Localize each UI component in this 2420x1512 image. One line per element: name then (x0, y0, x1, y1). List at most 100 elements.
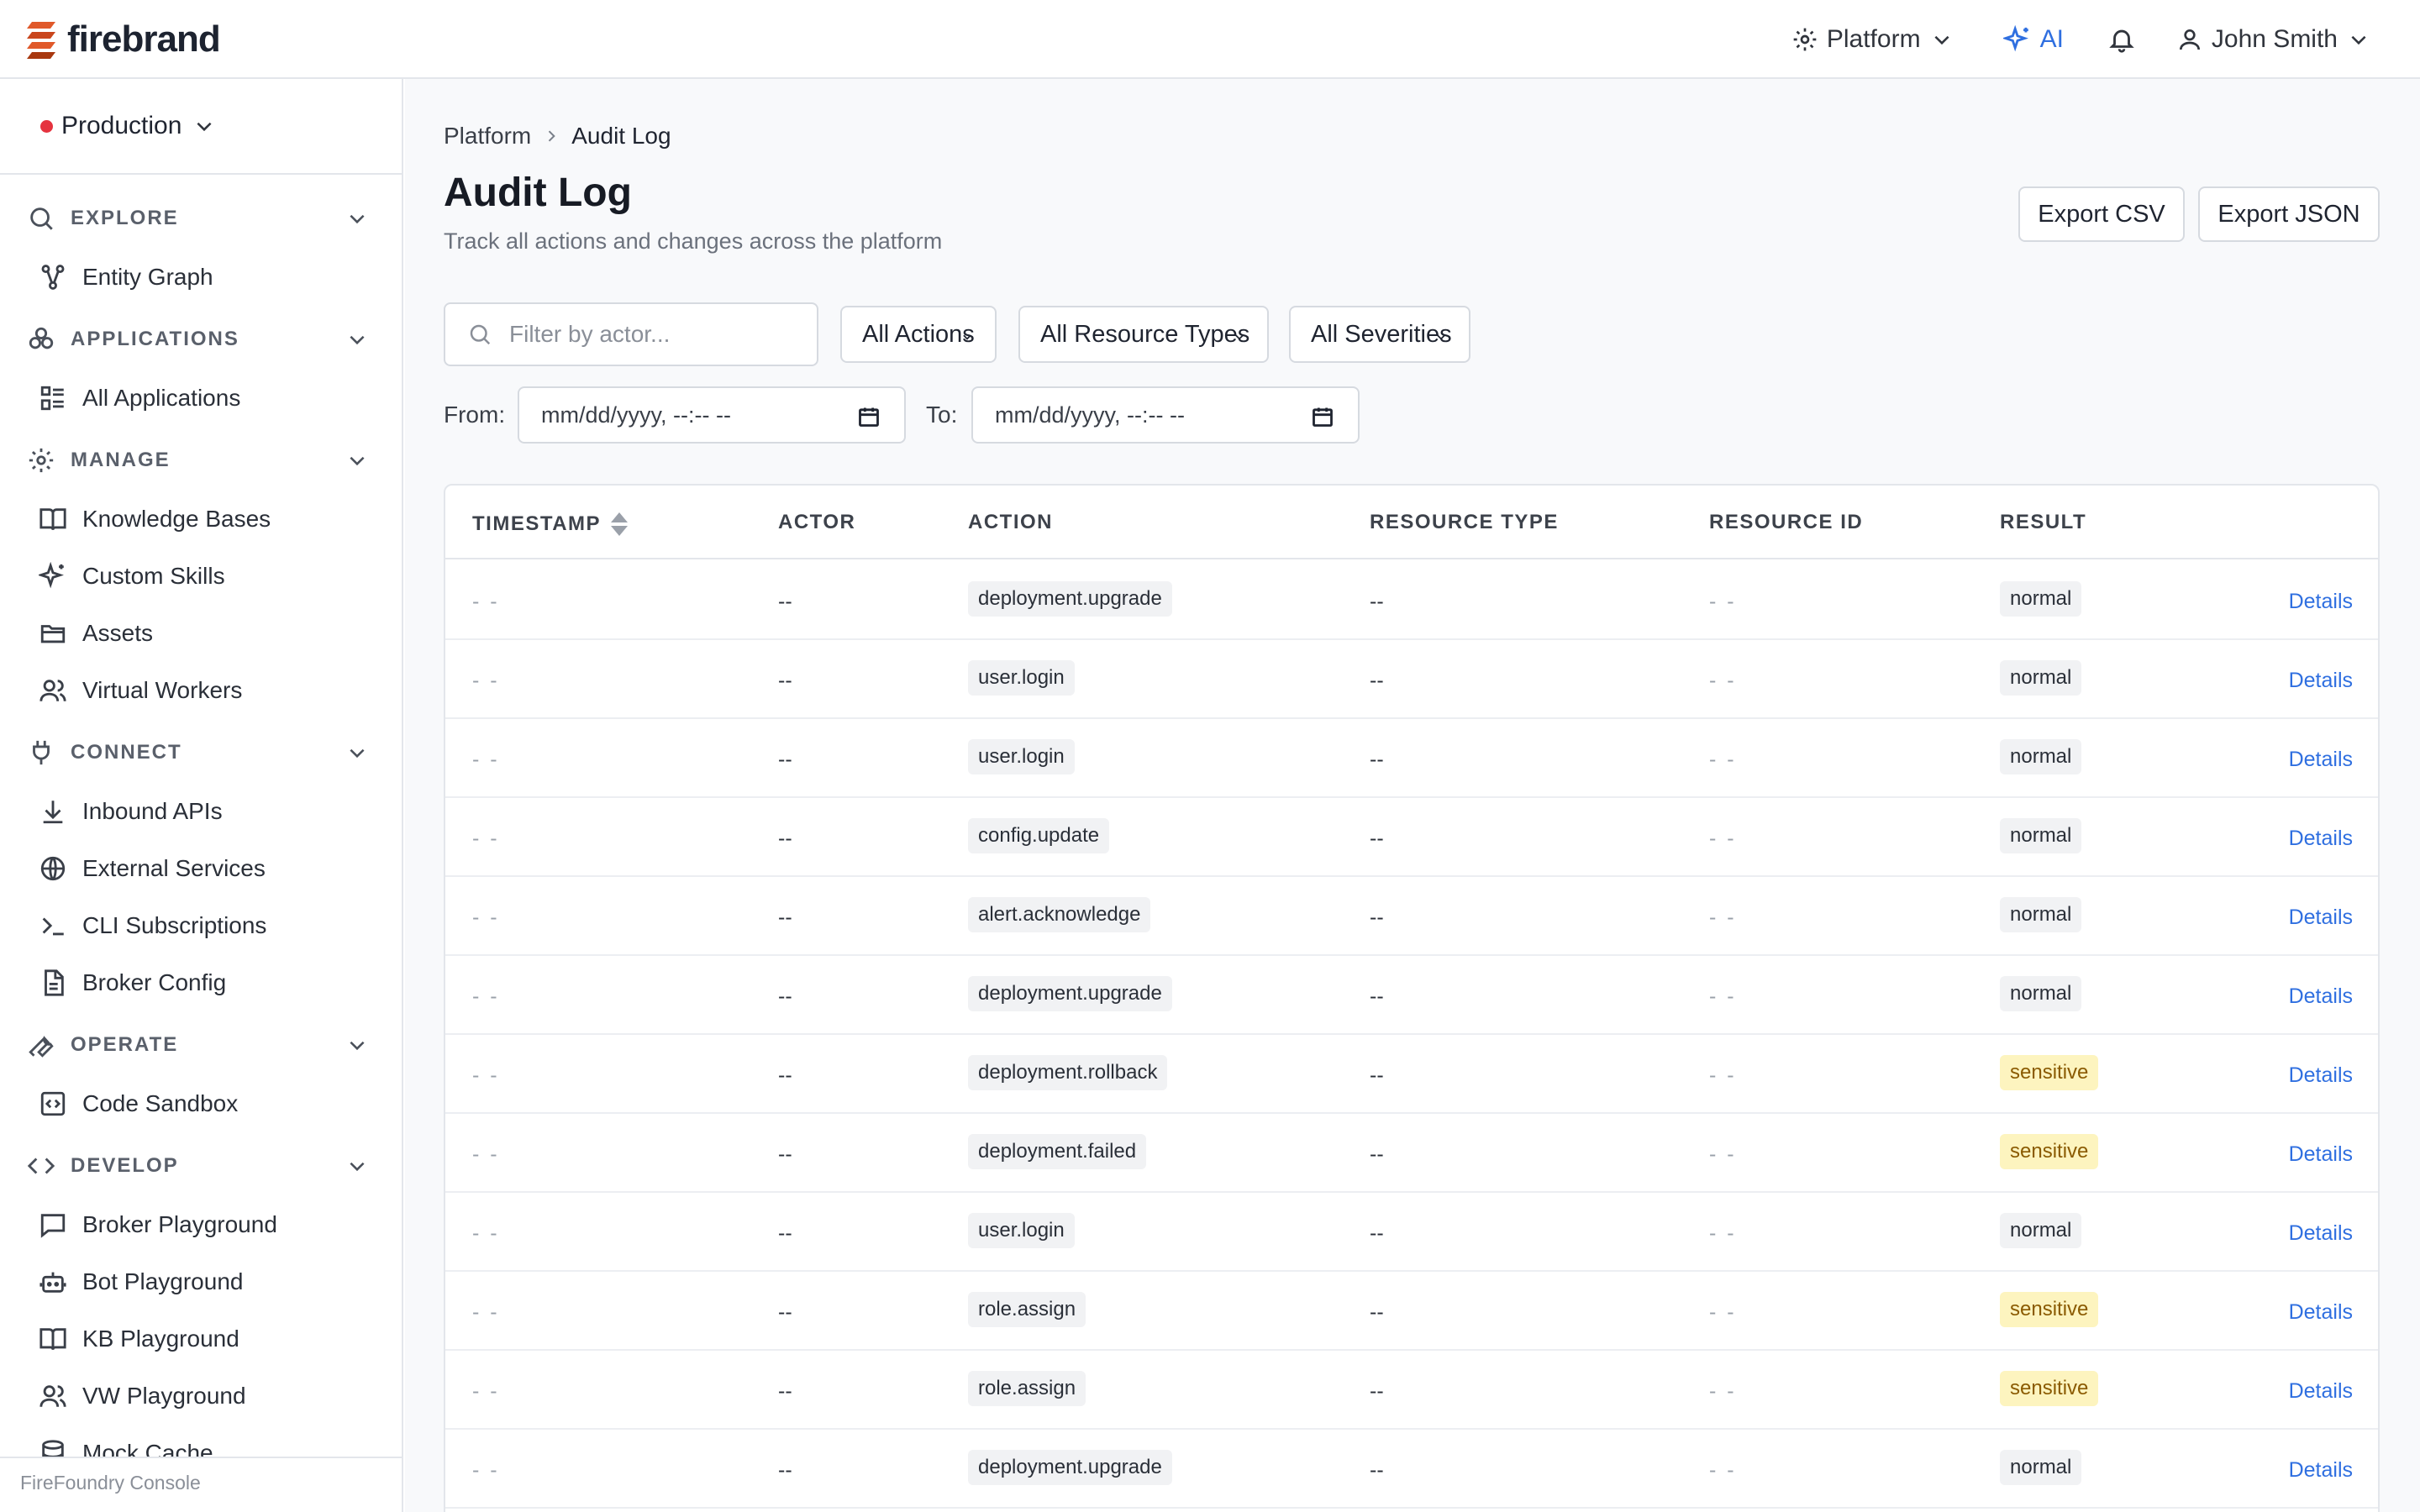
ai-button[interactable]: AI (2002, 25, 2074, 54)
actor-filter[interactable] (444, 302, 818, 366)
severity-filter-select[interactable]: All Severities (1289, 306, 1470, 363)
details-link[interactable]: Details (2289, 827, 2353, 851)
result-badge: normal (2000, 660, 2082, 696)
calendar-icon[interactable] (857, 405, 881, 428)
section-develop[interactable]: DEVELOP (0, 1141, 402, 1191)
action-tag: deployment.upgrade (968, 1450, 1172, 1485)
sidebar-item-custom-skills[interactable]: Custom Skills (0, 551, 402, 601)
action-tag: deployment.failed (968, 1134, 1147, 1169)
actor-filter-input[interactable] (509, 321, 812, 348)
sidebar-item-inbound-apis[interactable]: Inbound APIs (0, 786, 402, 837)
chevron-down-icon (346, 207, 368, 229)
resource-id-cell: - - (1709, 1300, 1737, 1324)
breadcrumb-current: Audit Log (571, 123, 671, 149)
logo[interactable]: firebrand (25, 18, 221, 60)
sidebar-item-label: Broker Playground (82, 1211, 277, 1237)
details-link[interactable]: Details (2289, 590, 2353, 614)
action-filter-select[interactable]: All Actions (840, 306, 997, 363)
resource-type-cell: -- (1370, 669, 1384, 692)
chevron-right-icon (543, 128, 560, 144)
sidebar-item-label: Custom Skills (82, 563, 225, 589)
date-placeholder: mm/dd/yyyy, --:-- -- (541, 402, 731, 428)
select-value: All Actions (862, 320, 975, 348)
details-link[interactable]: Details (2289, 748, 2353, 772)
details-link[interactable]: Details (2289, 1063, 2353, 1088)
export-csv-button[interactable]: Export CSV (2018, 186, 2185, 242)
sidebar-item-knowledge-bases[interactable]: Knowledge Bases (0, 494, 402, 544)
sidebar-item-cli-subscriptions[interactable]: CLI Subscriptions (0, 900, 402, 951)
action-tag: role.assign (968, 1292, 1086, 1327)
page-title: Audit Log (444, 171, 632, 215)
section-operate[interactable]: OPERATE (0, 1020, 402, 1070)
sidebar-item-external-services[interactable]: External Services (0, 843, 402, 894)
details-link[interactable]: Details (2289, 1379, 2353, 1404)
section-label: MANAGE (71, 449, 171, 471)
chevron-down-icon (346, 328, 368, 350)
sidebar-item-label: Assets (82, 620, 154, 646)
sidebar-item-label: External Services (82, 855, 266, 881)
sidebar-item-bot-playground[interactable]: Bot Playground (0, 1257, 402, 1307)
sidebar-item-label: Knowledge Bases (82, 506, 271, 532)
table-header: TIMESTAMP ACTOR ACTION RESOURCE TYPE RES… (445, 486, 2378, 559)
sidebar-item-entity-graph[interactable]: Entity Graph (0, 252, 402, 302)
search-icon (467, 322, 492, 347)
table-row: - - -- alert.acknowledge -- - - normal Details (445, 877, 2378, 956)
table-row: - - -- deployment.rollback -- - - sensitive De… (445, 1035, 2378, 1114)
section-explore[interactable]: EXPLORE (0, 193, 402, 244)
resource-type-cell: -- (1370, 1221, 1384, 1245)
details-link[interactable]: Details (2289, 906, 2353, 930)
breadcrumb: Platform Audit Log (444, 123, 671, 150)
from-date-input[interactable]: mm/dd/yyyy, --:-- -- (518, 386, 906, 444)
table-row: - - -- user.login -- - - normal Details (445, 1193, 2378, 1272)
details-link[interactable]: Details (2289, 1300, 2353, 1325)
notifications-button[interactable] (2107, 25, 2136, 54)
chevron-down-icon (346, 1034, 368, 1056)
sidebar-item-broker-playground[interactable]: Broker Playground (0, 1200, 402, 1250)
file-icon (39, 969, 67, 997)
sidebar-item-kb-playground[interactable]: KB Playground (0, 1314, 402, 1364)
timestamp-cell: - - (472, 1142, 500, 1166)
user-menu[interactable]: John Smith (2176, 25, 2370, 54)
column-header-timestamp[interactable]: TIMESTAMP (472, 511, 629, 538)
platform-label: Platform (1826, 25, 1921, 53)
gear-icon (27, 446, 55, 475)
sort-icon[interactable] (609, 511, 629, 538)
section-manage[interactable]: MANAGE (0, 435, 402, 486)
sidebar-item-virtual-workers[interactable]: Virtual Workers (0, 665, 402, 716)
details-link[interactable]: Details (2289, 984, 2353, 1009)
details-link[interactable]: Details (2289, 1142, 2353, 1167)
sidebar-item-label: Code Sandbox (82, 1090, 239, 1116)
sidebar-item-assets[interactable]: Assets (0, 608, 402, 659)
sidebar-item-broker-config[interactable]: Broker Config (0, 958, 402, 1008)
environment-selector[interactable]: Production (0, 79, 402, 175)
details-link[interactable]: Details (2289, 1458, 2353, 1483)
result-badge: normal (2000, 818, 2082, 853)
sidebar-item-vw-playground[interactable]: VW Playground (0, 1371, 402, 1421)
to-date-input[interactable]: mm/dd/yyyy, --:-- -- (971, 386, 1360, 444)
sidebar-item-all-applications[interactable]: All Applications (0, 373, 402, 423)
platform-menu[interactable]: Platform (1791, 25, 1953, 54)
breadcrumb-link-platform[interactable]: Platform (444, 123, 531, 150)
resource-type-filter-select[interactable]: All Resource Types (1018, 306, 1269, 363)
section-applications[interactable]: APPLICATIONS (0, 314, 402, 365)
resource-id-cell: - - (1709, 984, 1737, 1008)
section-connect[interactable]: CONNECT (0, 727, 402, 778)
download-icon (39, 797, 67, 826)
search-icon (27, 204, 55, 233)
bell-icon (2107, 25, 2136, 54)
resource-id-cell: - - (1709, 906, 1737, 929)
sidebar-item-label: Bot Playground (82, 1268, 244, 1294)
sidebar-item-code-sandbox[interactable]: Code Sandbox (0, 1079, 402, 1129)
sidebar-item-label: VW Playground (82, 1383, 246, 1409)
export-json-button[interactable]: Export JSON (2198, 186, 2380, 242)
calendar-icon[interactable] (1311, 405, 1334, 428)
details-link[interactable]: Details (2289, 669, 2353, 693)
environment-label: Production (61, 112, 182, 139)
table-row: - - -- role.assign -- - - sensitive Details (445, 1272, 2378, 1351)
actor-cell: -- (778, 669, 792, 692)
details-link[interactable]: Details (2289, 1221, 2353, 1246)
date-placeholder: mm/dd/yyyy, --:-- -- (995, 402, 1185, 428)
action-tag: config.update (968, 818, 1110, 853)
chevron-down-icon (961, 331, 973, 343)
sidebar-item-label: Virtual Workers (82, 677, 243, 703)
